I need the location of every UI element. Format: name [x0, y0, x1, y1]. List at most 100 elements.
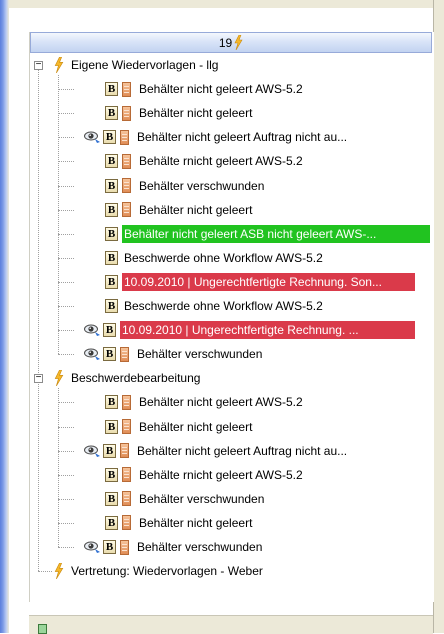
item-label: Behälter nicht geleert AWS-5.2 — [139, 395, 303, 410]
b-document-icon: B — [105, 515, 118, 530]
eye-icon — [84, 348, 100, 361]
window-right-frame — [433, 0, 444, 633]
item-label: 10.09.2010 | Ungerechtfertigte Rechnung.… — [122, 272, 415, 291]
tree-connector — [58, 450, 74, 452]
collapse-toggle-0[interactable]: − — [34, 60, 43, 70]
tree-item[interactable]: B Behälter nicht geleert ASB nicht geleer… — [105, 223, 430, 245]
b-document-icon: B — [105, 106, 118, 121]
tree-group-0[interactable]: Eigene Wiedervorlagen - llg — [54, 54, 220, 76]
tree-connector — [58, 233, 74, 235]
orange-document-icon — [120, 346, 129, 362]
orange-document-icon — [122, 419, 131, 434]
b-document-icon: B — [105, 467, 118, 482]
tree-item[interactable]: B Behälte rnicht geleert AWS-5.2 — [105, 464, 305, 486]
orange-document-icon — [122, 81, 131, 97]
orange-document-icon — [120, 129, 129, 145]
tree-item[interactable]: B Beschwerde ohne Workflow AWS-5.2 — [105, 295, 325, 317]
tree-header[interactable]: 19 — [30, 32, 432, 53]
tree-group-2[interactable]: Vertretung: Wiedervorlagen - Weber — [54, 560, 265, 582]
tree-item[interactable]: B Behälter verschwunden — [84, 536, 264, 558]
group-label: Eigene Wiedervorlagen - llg — [71, 58, 219, 72]
tree-item[interactable]: B Behälter verschwunden — [105, 488, 266, 510]
tree-item[interactable]: B Behälter nicht geleert Auftrag nicht au… — [84, 126, 349, 148]
b-document-icon: B — [105, 274, 118, 289]
b-document-icon: B — [105, 299, 118, 313]
group-label: Vertretung: Wiedervorlagen - Weber — [71, 564, 263, 579]
tree-item[interactable]: B Behälter nicht geleert — [105, 416, 254, 438]
item-label: Beschwerde ohne Workflow AWS-5.2 — [124, 299, 323, 313]
window-top-frame — [0, 0, 444, 8]
tree-connector — [58, 354, 74, 356]
orange-document-icon — [122, 394, 131, 410]
item-label: Behälter nicht geleert Auftrag nicht au.… — [137, 443, 348, 458]
b-document-icon: B — [105, 419, 118, 434]
b-document-icon: B — [105, 154, 118, 169]
tree-item[interactable]: B Behälter verschwunden — [84, 343, 264, 365]
tree-line-root — [38, 70, 39, 572]
b-document-icon: B — [103, 347, 116, 362]
orange-document-icon — [122, 467, 131, 483]
collapse-toggle-1[interactable]: − — [34, 373, 43, 384]
item-label: Behälter nicht geleert — [139, 106, 253, 121]
tree-connector — [58, 185, 74, 187]
tree-item[interactable]: B Behälter nicht geleert Auftrag nicht au… — [84, 440, 349, 462]
tree-connector — [58, 330, 74, 332]
tree-connector — [58, 498, 74, 500]
lightning-bolt-icon — [54, 563, 64, 580]
item-label: Behälter nicht geleert ASB nicht geleert… — [122, 224, 430, 243]
b-document-icon: B — [103, 130, 116, 145]
tree-item[interactable]: B Behälter nicht geleert — [105, 512, 254, 534]
tree-connector — [58, 522, 74, 524]
group-label: Beschwerdebearbeitung — [71, 371, 201, 386]
tree-connector — [58, 161, 74, 163]
tree-item[interactable]: B Behälter verschwunden — [105, 175, 266, 197]
eye-icon — [84, 445, 100, 457]
b-document-icon: B — [105, 82, 118, 97]
item-label: Behälter nicht geleert — [139, 419, 253, 434]
tree-connector — [38, 571, 52, 573]
window-left-frame — [0, 0, 9, 633]
item-label: Beschwerde ohne Workflow AWS-5.2 — [124, 250, 323, 265]
tree-connector — [58, 89, 74, 91]
b-document-icon: B — [103, 323, 116, 338]
orange-document-icon — [120, 539, 129, 555]
item-label: Behälter nicht geleert Auftrag nicht au.… — [137, 130, 348, 145]
eye-icon — [84, 541, 100, 553]
tree-connector — [58, 137, 74, 139]
bottom-panel — [29, 615, 433, 634]
tree-item[interactable]: B Behälter nicht geleert — [105, 199, 254, 221]
orange-document-icon — [122, 202, 131, 218]
tree-connector — [58, 402, 74, 404]
tree-item[interactable]: B 10.09.2010 | Ungerechtfertigte Rechnung… — [84, 319, 415, 341]
eye-icon — [84, 324, 100, 337]
b-document-icon: B — [105, 250, 118, 265]
item-label: Behälter verschwunden — [139, 178, 265, 193]
lightning-bolt-icon — [54, 370, 64, 387]
item-count: 19 — [218, 35, 233, 50]
b-document-icon: B — [105, 395, 118, 410]
item-label: Behälter verschwunden — [137, 347, 263, 362]
item-label: Behälter verschwunden — [137, 540, 263, 554]
tree-connector — [58, 426, 74, 428]
tree-connector — [58, 113, 74, 115]
item-label: Behälter nicht geleert — [139, 515, 253, 530]
tree-item[interactable]: B Behälte rnicht geleert AWS-5.2 — [105, 150, 305, 172]
item-label: Behälte rnicht geleert AWS-5.2 — [139, 154, 303, 169]
tree-connector — [58, 547, 74, 548]
tree-item[interactable]: B Beschwerde ohne Workflow AWS-5.2 — [105, 247, 325, 269]
item-label: Behälte rnicht geleert AWS-5.2 — [139, 467, 303, 482]
lightning-bolt-icon — [234, 35, 243, 50]
tree-item[interactable]: B Behälter nicht geleert AWS-5.2 — [105, 391, 305, 413]
b-document-icon: B — [103, 540, 116, 554]
orange-document-icon — [122, 178, 131, 193]
orange-document-icon — [120, 443, 129, 459]
tree-item[interactable]: B Behälter nicht geleert — [105, 102, 254, 124]
tree-item[interactable]: B Behälter nicht geleert AWS-5.2 — [105, 78, 305, 100]
b-document-icon: B — [105, 202, 118, 217]
tree-item[interactable]: B 10.09.2010 | Ungerechtfertigte Rechnung… — [105, 271, 415, 293]
b-document-icon: B — [103, 443, 116, 458]
tree-connector — [58, 474, 74, 476]
tree-group-1[interactable]: Beschwerdebearbeitung — [54, 367, 202, 389]
b-document-icon: B — [105, 491, 118, 506]
lightning-bolt-icon — [54, 57, 64, 73]
